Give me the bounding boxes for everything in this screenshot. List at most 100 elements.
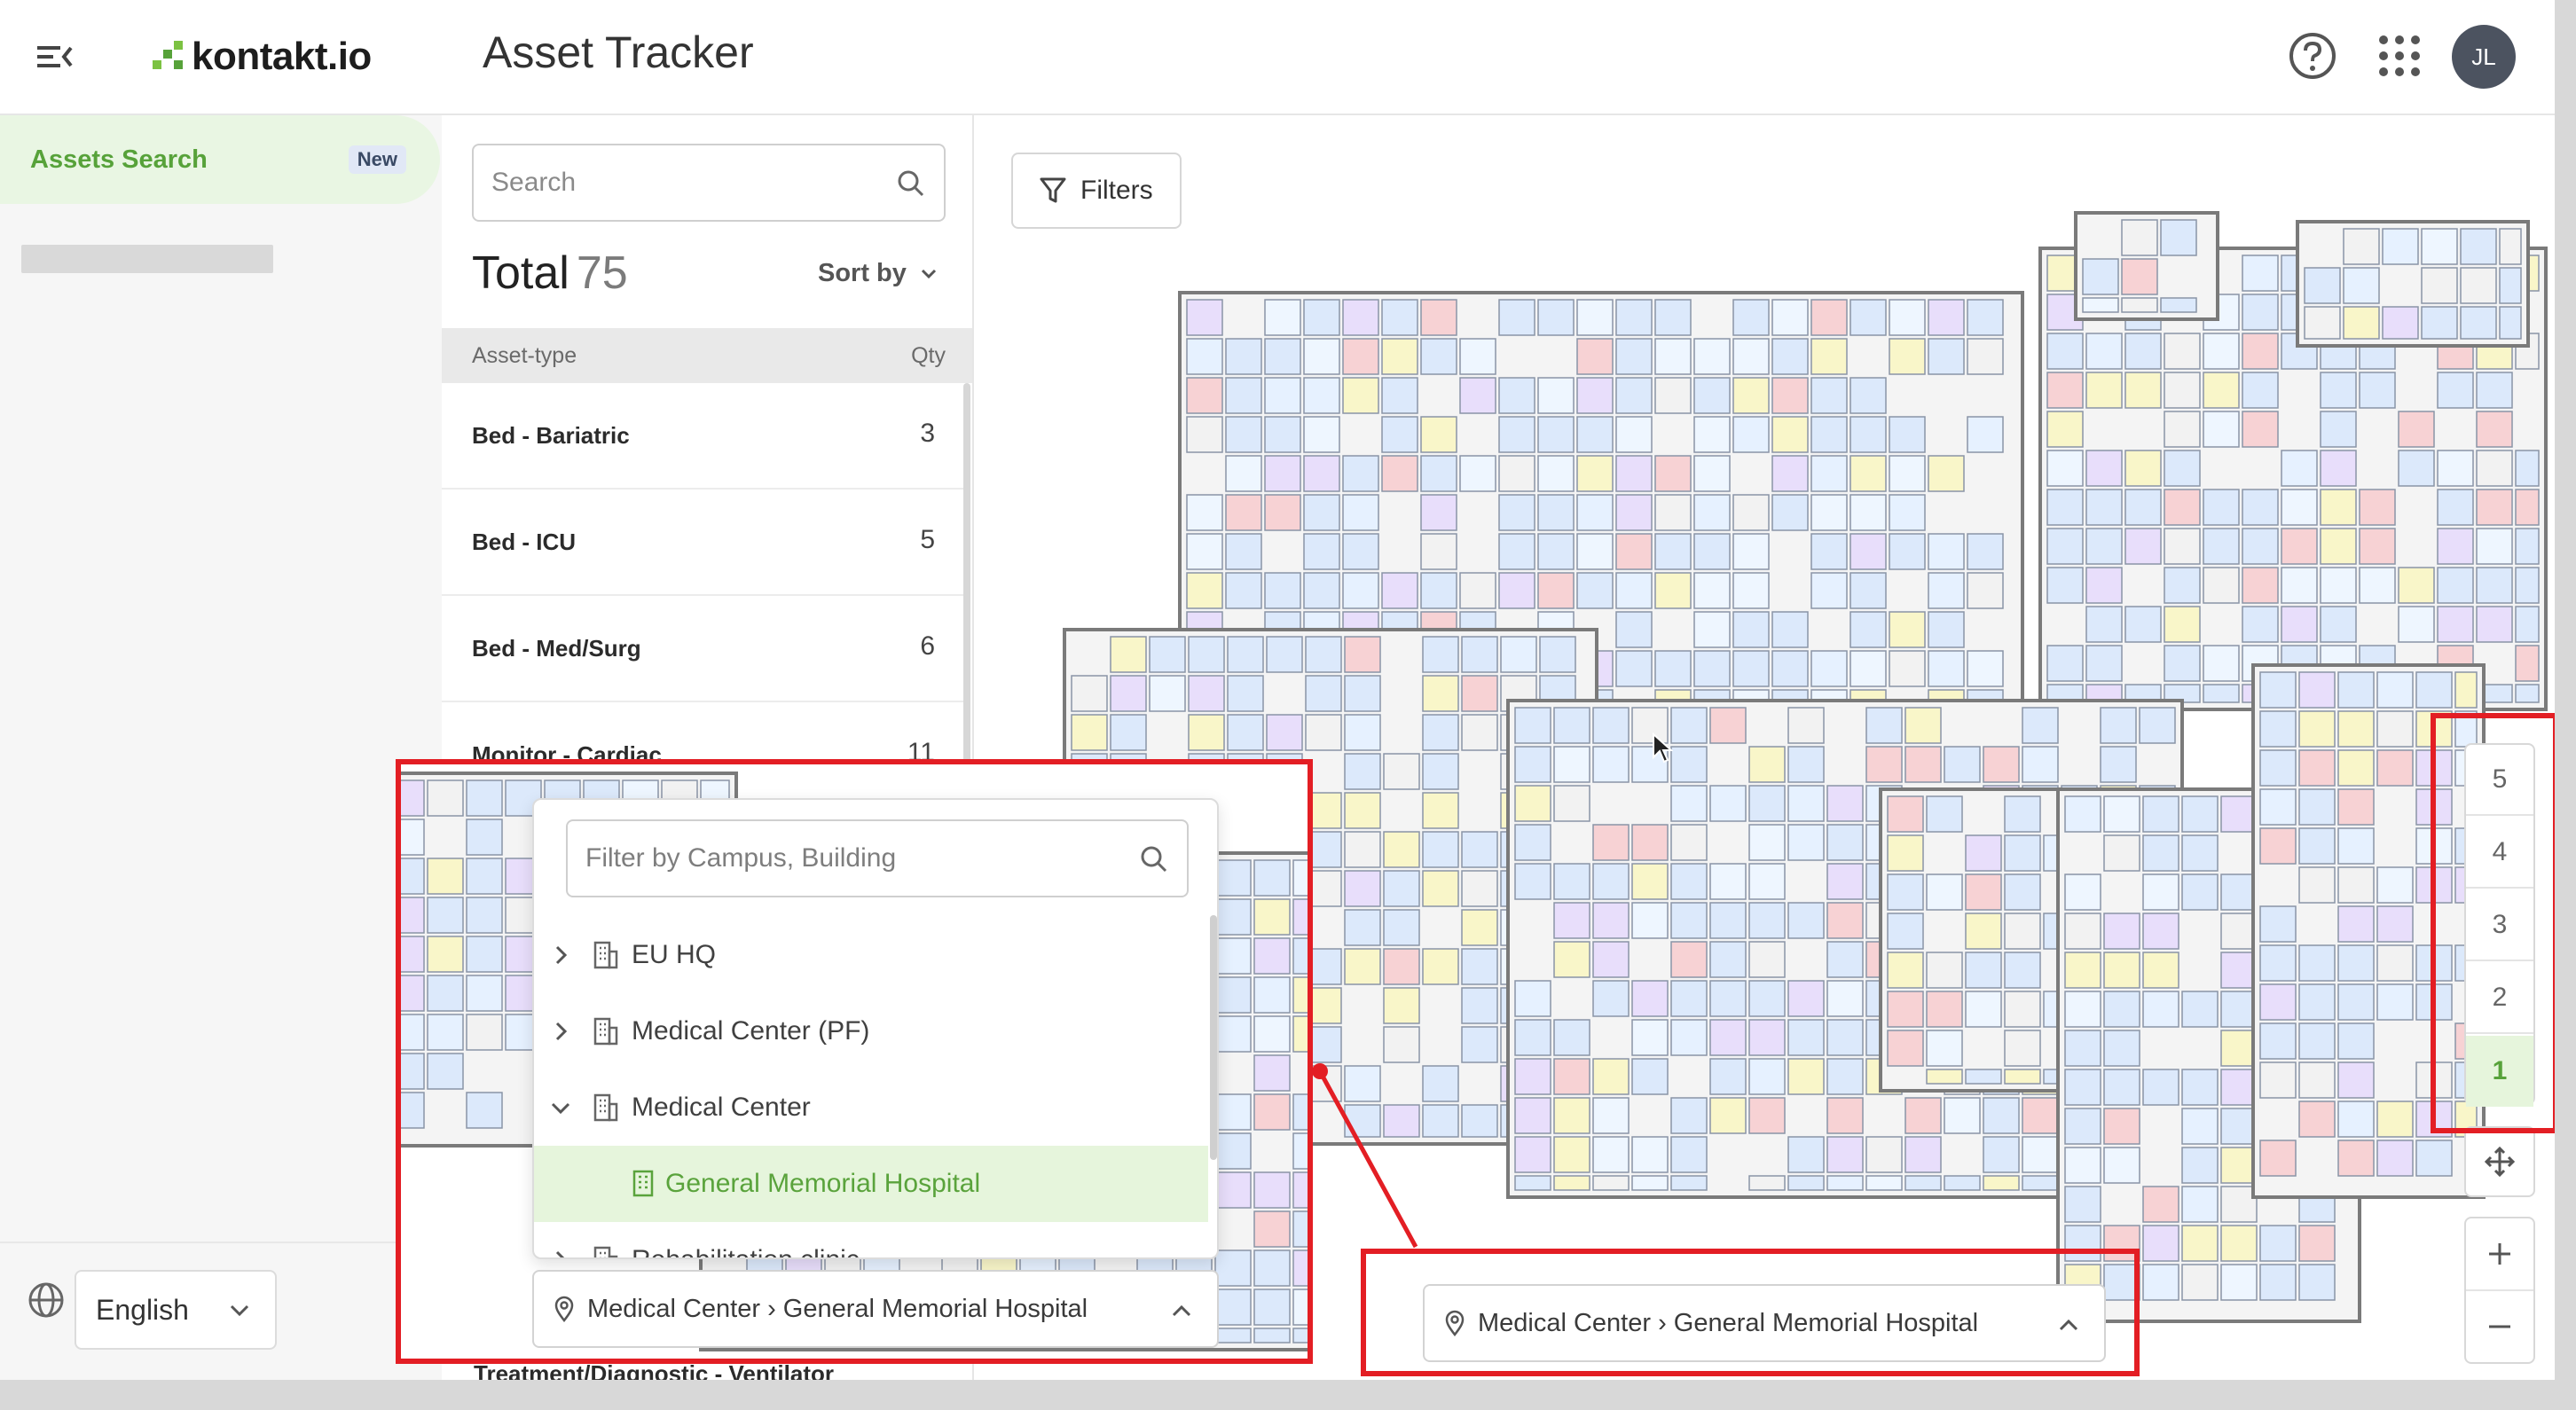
table-row[interactable]: Bed - Med/Surg 6 <box>442 596 965 702</box>
room <box>1748 941 1786 978</box>
room <box>2298 749 2336 787</box>
location-item-eu-hq[interactable]: EU HQ <box>534 917 1208 993</box>
nav-item-assets-search[interactable]: Assets Search New <box>0 115 440 204</box>
room <box>1214 859 1252 897</box>
room <box>2064 795 2101 833</box>
language-select[interactable]: English <box>75 1270 277 1350</box>
room <box>1865 1136 1903 1173</box>
sort-by-label: Sort by <box>818 259 907 287</box>
location-item-rehabilitation-clinic[interactable]: Rehabilitation clinic <box>534 1222 1208 1259</box>
location-selector[interactable]: Medical Center › General Memorial Hospit… <box>1423 1284 2106 1362</box>
room <box>1850 494 1887 531</box>
floor-button-1[interactable]: 1 <box>2466 1036 2533 1107</box>
asset-search-input[interactable] <box>491 161 873 204</box>
room <box>2046 645 2084 682</box>
location-selector-open[interactable]: Medical Center › General Memorial Hospit… <box>532 1270 1219 1348</box>
room <box>1225 338 1262 375</box>
user-avatar[interactable]: JL <box>2452 25 2516 89</box>
search-icon[interactable] <box>894 167 928 200</box>
room <box>2142 1186 2179 1223</box>
room <box>1214 1328 1252 1343</box>
chevron-right-icon[interactable] <box>548 1019 573 1044</box>
room <box>1810 416 1848 453</box>
room <box>1905 707 1942 744</box>
room <box>2415 788 2453 826</box>
pan-move-button[interactable] <box>2464 1126 2535 1197</box>
dropdown-scrollbar[interactable] <box>1210 915 1217 1160</box>
room <box>1292 1289 1308 1326</box>
chevron-down-icon[interactable] <box>548 1095 573 1120</box>
room <box>2085 450 2123 487</box>
room <box>1926 795 1963 833</box>
room <box>2242 606 2279 643</box>
room <box>2337 944 2375 982</box>
room <box>1965 913 2002 950</box>
room <box>399 1014 425 1051</box>
filters-button[interactable]: Filters <box>1011 153 1182 229</box>
sort-by-button[interactable]: Sort by <box>818 259 939 288</box>
room <box>1787 902 1825 939</box>
room <box>1498 572 1535 609</box>
room <box>2142 873 2179 911</box>
room <box>2499 306 2522 340</box>
globe-icon <box>27 1281 66 1320</box>
chevron-up-icon <box>1172 1304 1191 1317</box>
help-icon[interactable] <box>2287 30 2338 82</box>
room <box>2337 788 2375 826</box>
room <box>1303 338 1340 375</box>
floor-button-2[interactable]: 2 <box>2466 963 2533 1034</box>
asset-search-field[interactable] <box>472 144 946 222</box>
room <box>1344 753 1381 790</box>
floor-button-5[interactable]: 5 <box>2466 745 2533 816</box>
apps-grid-icon[interactable] <box>2377 34 2422 78</box>
room <box>1420 455 1457 492</box>
room <box>2398 606 2435 643</box>
room <box>1592 1058 1630 1095</box>
location-item-medical-center-pf[interactable]: Medical Center (PF) <box>534 993 1208 1069</box>
redacted-nav-item[interactable] <box>21 245 273 273</box>
chevron-right-icon[interactable] <box>548 1248 573 1259</box>
room <box>1344 1065 1381 1102</box>
campus-filter-field[interactable] <box>566 819 1189 897</box>
room <box>1709 863 1747 900</box>
chevron-right-icon[interactable] <box>548 943 573 967</box>
room <box>1381 416 1418 453</box>
room <box>2160 219 2197 256</box>
room <box>1292 898 1308 936</box>
room <box>2160 297 2197 313</box>
room <box>1592 824 1630 861</box>
room <box>1889 455 1926 492</box>
floor-button-3[interactable]: 3 <box>2466 890 2533 961</box>
room <box>2181 1069 2219 1106</box>
search-icon[interactable] <box>1137 842 1171 876</box>
room <box>1654 572 1692 609</box>
room <box>2376 671 2414 709</box>
room <box>2082 258 2119 295</box>
campus-filter-input[interactable] <box>585 837 1118 880</box>
column-asset-type: Asset-type <box>472 342 577 368</box>
room <box>1264 572 1301 609</box>
room <box>1615 299 1653 336</box>
kontakt-logo[interactable]: kontakt.io <box>149 28 372 85</box>
room <box>1514 1136 1551 1173</box>
floor-button-4[interactable]: 4 <box>2466 818 2533 889</box>
location-item-general-memorial-hospital[interactable]: General Memorial Hospital <box>534 1146 1208 1222</box>
room <box>1631 980 1669 1017</box>
room <box>1381 455 1418 492</box>
zoom-out-button[interactable] <box>2466 1291 2533 1362</box>
room <box>2046 333 2084 370</box>
room <box>1654 494 1692 531</box>
zoom-in-button[interactable] <box>2466 1218 2533 1289</box>
room <box>1928 650 1965 687</box>
table-row[interactable]: Bed - Bariatric 3 <box>442 383 965 490</box>
location-item-medical-center[interactable]: Medical Center <box>534 1069 1208 1146</box>
room <box>2181 1225 2219 1262</box>
total-value: 75 <box>576 247 628 299</box>
room <box>1539 636 1576 673</box>
room <box>2415 1140 2453 1177</box>
room <box>1771 455 1809 492</box>
room <box>1865 707 1903 744</box>
room <box>2164 411 2201 448</box>
menu-collapse-icon[interactable] <box>35 39 75 74</box>
table-row[interactable]: Bed - ICU 5 <box>442 490 965 596</box>
